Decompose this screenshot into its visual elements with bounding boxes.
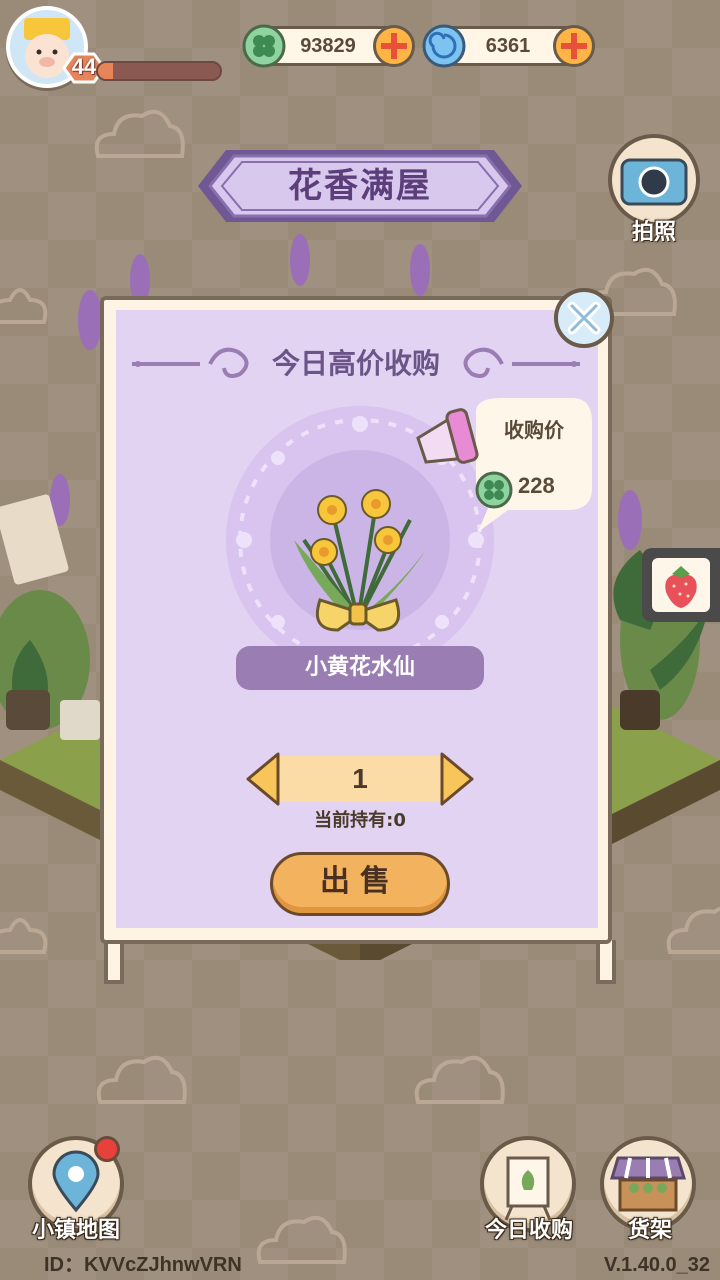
owned-count: 当前持有:0	[314, 810, 406, 831]
sell-label: 出售	[320, 864, 400, 899]
cloud-decoration	[94, 109, 185, 158]
gem-amount: 6361	[485, 35, 531, 57]
megaphone-icon	[416, 408, 479, 464]
player-id: ID：KVVcZJhnwVRN	[44, 1254, 242, 1276]
cloud-decoration	[414, 1055, 505, 1104]
panel-leg	[596, 940, 616, 984]
panel-leg	[104, 940, 124, 984]
shop-title: 花香满屋	[288, 166, 432, 206]
add-clover-button[interactable]	[373, 25, 415, 67]
currency-gem: 6361	[422, 24, 595, 68]
clover-coin-icon	[475, 471, 513, 509]
decrease-quantity-button[interactable]	[244, 750, 284, 808]
currency-clover: 93829	[242, 24, 415, 68]
swirl-gem-icon	[422, 24, 466, 68]
clover-coin-icon	[242, 24, 286, 68]
add-gem-button[interactable]	[553, 25, 595, 67]
version-text: V.1.40.0_32	[603, 1254, 710, 1276]
xp-bar	[96, 61, 222, 81]
increase-quantity-button[interactable]	[436, 750, 476, 808]
quantity-value: 1	[352, 763, 368, 794]
item-name: 小黄花水仙	[304, 655, 415, 680]
shelf-label: 货架	[627, 1218, 672, 1243]
camera-label: 拍照	[631, 220, 676, 245]
player-level: 44	[71, 54, 97, 79]
strawberry-icon	[665, 566, 697, 608]
price-value: 228	[518, 473, 555, 498]
close-icon[interactable]	[552, 286, 616, 350]
clover-amount: 93829	[300, 35, 356, 57]
cloud-decoration	[96, 1055, 187, 1104]
notification-badge	[94, 1136, 120, 1162]
town-map-label: 小镇地图	[31, 1218, 120, 1243]
panel-heading: 今日高价收购	[271, 347, 440, 380]
price-label: 收购价	[504, 418, 564, 442]
today-purchase-label: 今日收购	[484, 1218, 573, 1243]
